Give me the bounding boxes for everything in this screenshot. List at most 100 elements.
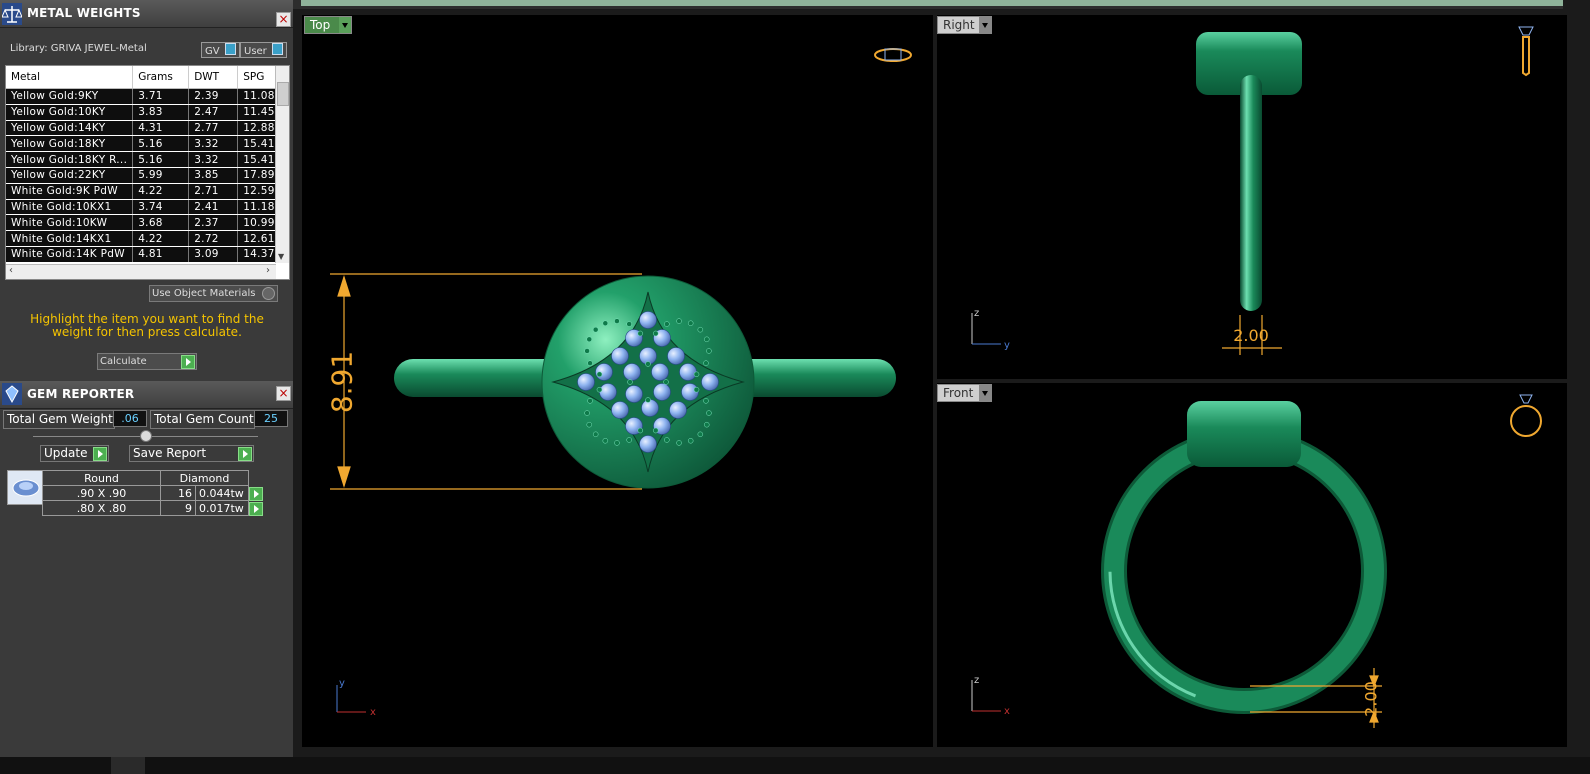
spg-cell[interactable]: 12.88 bbox=[237, 120, 281, 137]
gem-row[interactable]: .80 X .80 9 0.017tw bbox=[42, 500, 266, 516]
grams-cell[interactable]: 4.31 bbox=[132, 120, 190, 137]
status-tab[interactable] bbox=[111, 757, 145, 774]
grams-cell[interactable]: 5.99 bbox=[132, 167, 190, 184]
top-dimension-label: 8.91 bbox=[326, 351, 359, 413]
viewport-front[interactable]: Front 2.00 z x bbox=[937, 383, 1567, 747]
save-report-button[interactable]: Save Report bbox=[129, 445, 254, 462]
metal-name-cell[interactable]: Yellow Gold:18KY R... bbox=[6, 151, 134, 168]
spg-cell[interactable]: 12.61 bbox=[237, 230, 281, 247]
prong-bead bbox=[637, 330, 644, 337]
svg-text:x: x bbox=[1004, 706, 1010, 717]
metal-name-cell[interactable]: White Gold:10KW bbox=[6, 214, 134, 232]
dwt-cell[interactable]: 2.41 bbox=[188, 199, 239, 216]
grams-cell[interactable]: 5.16 bbox=[132, 151, 190, 168]
vertical-scrollbar[interactable]: ▼ bbox=[275, 66, 289, 263]
dwt-cell[interactable]: 3.32 bbox=[188, 135, 239, 153]
prong-bead bbox=[693, 371, 700, 378]
spg-cell[interactable]: 11.45 bbox=[237, 104, 281, 121]
dwt-cell[interactable]: 2.77 bbox=[188, 120, 239, 137]
use-object-materials-button[interactable]: Use Object Materials bbox=[149, 285, 278, 302]
spg-cell[interactable]: 14.37 bbox=[237, 246, 281, 263]
metal-name-cell[interactable]: White Gold:14KX1 bbox=[6, 230, 134, 247]
spg-cell[interactable]: 15.41 bbox=[237, 135, 281, 153]
gem-reporter-titlebar: GEM REPORTER × bbox=[0, 381, 293, 409]
grams-cell[interactable]: 3.68 bbox=[132, 214, 190, 232]
spg-cell[interactable]: 17.89 bbox=[237, 167, 281, 184]
metal-table[interactable]: Metal Grams DWT SPG Yellow Gold:9KY 3.71 2… bbox=[5, 65, 290, 280]
close-icon[interactable]: × bbox=[276, 386, 291, 401]
ring-side-icon[interactable] bbox=[1518, 26, 1534, 77]
grams-cell[interactable]: 4.22 bbox=[132, 183, 190, 200]
prong-bead bbox=[584, 410, 590, 416]
metal-name-cell[interactable]: Yellow Gold:14KY bbox=[6, 120, 134, 137]
gem-stone bbox=[679, 363, 697, 381]
metal-name-cell[interactable]: White Gold:14K PdW bbox=[6, 246, 134, 263]
metal-row[interactable]: Yellow Gold:14KY 4.31 2.77 12.88 bbox=[6, 120, 281, 137]
spg-cell[interactable]: 11.18 bbox=[237, 199, 281, 216]
metal-name-cell[interactable]: White Gold:9K PdW bbox=[6, 183, 134, 200]
spg-cell[interactable]: 12.59 bbox=[237, 183, 281, 200]
metal-row[interactable]: Yellow Gold:18KY R... 5.16 3.32 15.41 bbox=[6, 151, 281, 168]
play-icon[interactable] bbox=[249, 486, 263, 501]
prong-bead bbox=[664, 321, 670, 327]
metal-row[interactable]: White Gold:10KX1 3.74 2.41 11.18 bbox=[6, 199, 281, 216]
dwt-cell[interactable]: 3.32 bbox=[188, 151, 239, 168]
col-header-metal[interactable]: Metal bbox=[6, 66, 134, 89]
col-header-dwt[interactable]: DWT bbox=[188, 66, 239, 89]
grams-cell[interactable]: 3.71 bbox=[132, 88, 190, 105]
command-bar[interactable] bbox=[301, 0, 1563, 6]
update-button[interactable]: Update bbox=[40, 445, 109, 462]
viewport-top[interactable]: Top 8.91 y x bbox=[302, 15, 933, 747]
grams-cell[interactable]: 4.81 bbox=[132, 246, 190, 263]
close-icon[interactable]: × bbox=[276, 12, 291, 27]
metal-name-cell[interactable]: Yellow Gold:9KY bbox=[6, 88, 134, 105]
col-header-spg[interactable]: SPG bbox=[237, 66, 281, 89]
grams-cell[interactable]: 4.22 bbox=[132, 230, 190, 247]
user-toggle[interactable]: User bbox=[240, 42, 287, 58]
gem-stone bbox=[623, 363, 641, 381]
round-gem-thumbnail[interactable] bbox=[7, 470, 44, 505]
grams-cell[interactable]: 5.16 bbox=[132, 135, 190, 153]
scroll-thumb[interactable] bbox=[277, 82, 289, 106]
spg-cell[interactable]: 15.41 bbox=[237, 151, 281, 168]
ring-orientation-icon[interactable] bbox=[874, 48, 912, 62]
metal-row[interactable]: White Gold:9K PdW 4.22 2.71 12.59 bbox=[6, 183, 281, 200]
col-header-grams[interactable]: Grams bbox=[132, 66, 190, 89]
metal-row[interactable]: Yellow Gold:9KY 3.71 2.39 11.08 bbox=[6, 88, 281, 105]
spg-cell[interactable]: 11.08 bbox=[237, 88, 281, 105]
scroll-right-icon[interactable]: › bbox=[266, 265, 270, 276]
grams-cell[interactable]: 3.74 bbox=[132, 199, 190, 216]
metal-name-cell[interactable]: Yellow Gold:10KY bbox=[6, 104, 134, 121]
grams-cell[interactable]: 3.83 bbox=[132, 104, 190, 121]
metal-row[interactable]: Yellow Gold:22KY 5.99 3.85 17.89 bbox=[6, 167, 281, 184]
ring-front-icon[interactable] bbox=[1510, 394, 1542, 437]
metal-row[interactable]: Yellow Gold:10KY 3.83 2.47 11.45 bbox=[6, 104, 281, 121]
dwt-cell[interactable]: 2.39 bbox=[188, 88, 239, 105]
viewport-right[interactable]: Right 2.00 z y bbox=[937, 15, 1567, 379]
metal-row[interactable]: White Gold:14KX1 4.22 2.72 12.61 bbox=[6, 230, 281, 247]
metal-name-cell[interactable]: White Gold:10KX1 bbox=[6, 199, 134, 216]
gem-row[interactable]: .90 X .90 16 0.044tw bbox=[42, 485, 266, 501]
spg-cell[interactable]: 10.99 bbox=[237, 214, 281, 232]
prong-bead bbox=[586, 336, 593, 343]
horizontal-scrollbar[interactable]: ‹ › bbox=[6, 264, 276, 279]
slider-thumb[interactable] bbox=[140, 430, 152, 442]
dwt-cell[interactable]: 3.09 bbox=[188, 246, 239, 263]
metal-row[interactable]: Yellow Gold:18KY 5.16 3.32 15.41 bbox=[6, 135, 281, 153]
dwt-cell[interactable]: 3.85 bbox=[188, 167, 239, 184]
metal-row[interactable]: White Gold:10KW 3.68 2.37 10.99 bbox=[6, 214, 281, 232]
dwt-cell[interactable]: 2.72 bbox=[188, 230, 239, 247]
gv-toggle[interactable]: GV bbox=[201, 42, 240, 58]
metal-name-cell[interactable]: Yellow Gold:22KY bbox=[6, 167, 134, 184]
dwt-cell[interactable]: 2.71 bbox=[188, 183, 239, 200]
dwt-cell[interactable]: 2.47 bbox=[188, 104, 239, 121]
metal-name-cell[interactable]: Yellow Gold:18KY bbox=[6, 135, 134, 153]
dwt-cell[interactable]: 2.37 bbox=[188, 214, 239, 232]
metal-row[interactable]: White Gold:14K PdW 4.81 3.09 14.37 bbox=[6, 246, 281, 263]
scroll-left-icon[interactable]: ‹ bbox=[9, 265, 13, 276]
play-icon[interactable] bbox=[249, 501, 263, 516]
calculate-button[interactable]: Calculate bbox=[97, 353, 197, 370]
gem-table[interactable]: Round Diamond .90 X .90 16 0.044tw .80 X .8… bbox=[42, 470, 266, 516]
scroll-down-icon[interactable]: ▼ bbox=[278, 252, 284, 261]
gem-stone bbox=[625, 385, 643, 403]
